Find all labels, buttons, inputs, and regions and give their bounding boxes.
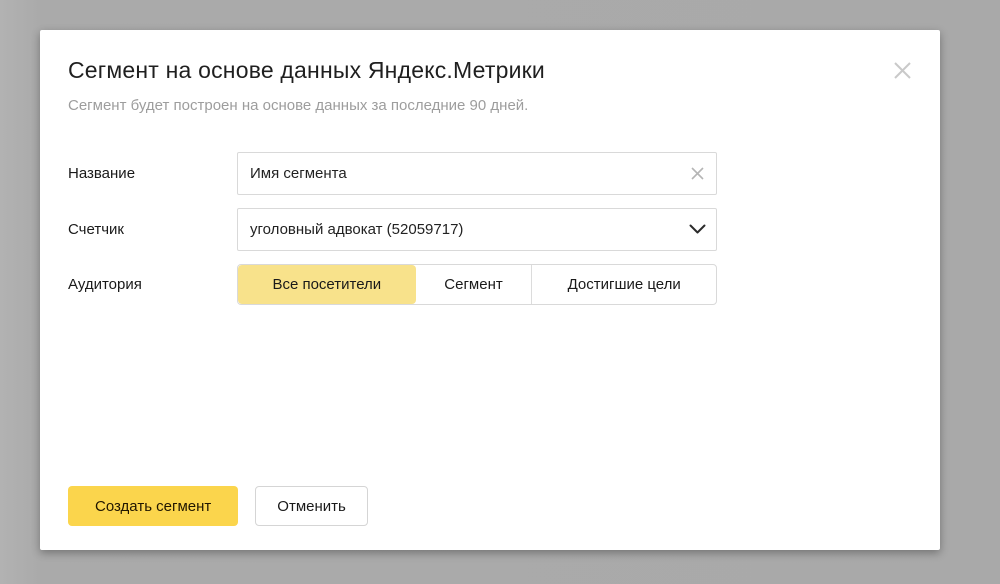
counter-row: Счетчик уголовный адвокат (52059717) <box>68 208 717 251</box>
counter-select[interactable]: уголовный адвокат (52059717) <box>237 208 717 251</box>
close-button[interactable] <box>890 58 914 82</box>
modal-overlay: Сегмент на основе данных Яндекс.Метрики … <box>0 0 1000 584</box>
chevron-down-icon <box>687 220 707 240</box>
dialog-title: Сегмент на основе данных Яндекс.Метрики <box>68 57 545 84</box>
dialog-subtitle: Сегмент будет построен на основе данных … <box>68 97 528 114</box>
counter-label: Счетчик <box>68 221 237 238</box>
segment-name-input[interactable] <box>237 152 717 195</box>
audience-option-label: Достигшие цели <box>568 276 681 293</box>
audience-option-label: Все посетители <box>272 276 381 293</box>
audience-label: Аудитория <box>68 276 237 293</box>
audience-segmented-control: Все посетители Сегмент Достигшие цели <box>237 264 717 305</box>
audience-option-goal-reached[interactable]: Достигшие цели <box>531 265 716 304</box>
segment-form: Название Счетчик угол <box>68 152 717 318</box>
segment-dialog: Сегмент на основе данных Яндекс.Метрики … <box>40 30 940 550</box>
cancel-button[interactable]: Отменить <box>255 486 368 526</box>
name-row: Название <box>68 152 717 195</box>
audience-control: Все посетители Сегмент Достигшие цели <box>237 264 717 305</box>
name-label: Название <box>68 165 237 182</box>
clear-input-button[interactable] <box>687 164 707 184</box>
create-segment-button[interactable]: Создать сегмент <box>68 486 238 526</box>
audience-row: Аудитория Все посетители Сегмент Достигш… <box>68 264 717 305</box>
name-control <box>237 152 717 195</box>
audience-option-all-visitors[interactable]: Все посетители <box>238 265 416 304</box>
counter-control: уголовный адвокат (52059717) <box>237 208 717 251</box>
close-icon <box>893 61 912 80</box>
audience-option-segment[interactable]: Сегмент <box>416 265 532 304</box>
clear-x-icon <box>690 166 705 181</box>
counter-select-value: уголовный адвокат (52059717) <box>250 221 463 238</box>
dialog-footer: Создать сегмент Отменить <box>68 486 368 526</box>
audience-option-label: Сегмент <box>444 276 502 293</box>
